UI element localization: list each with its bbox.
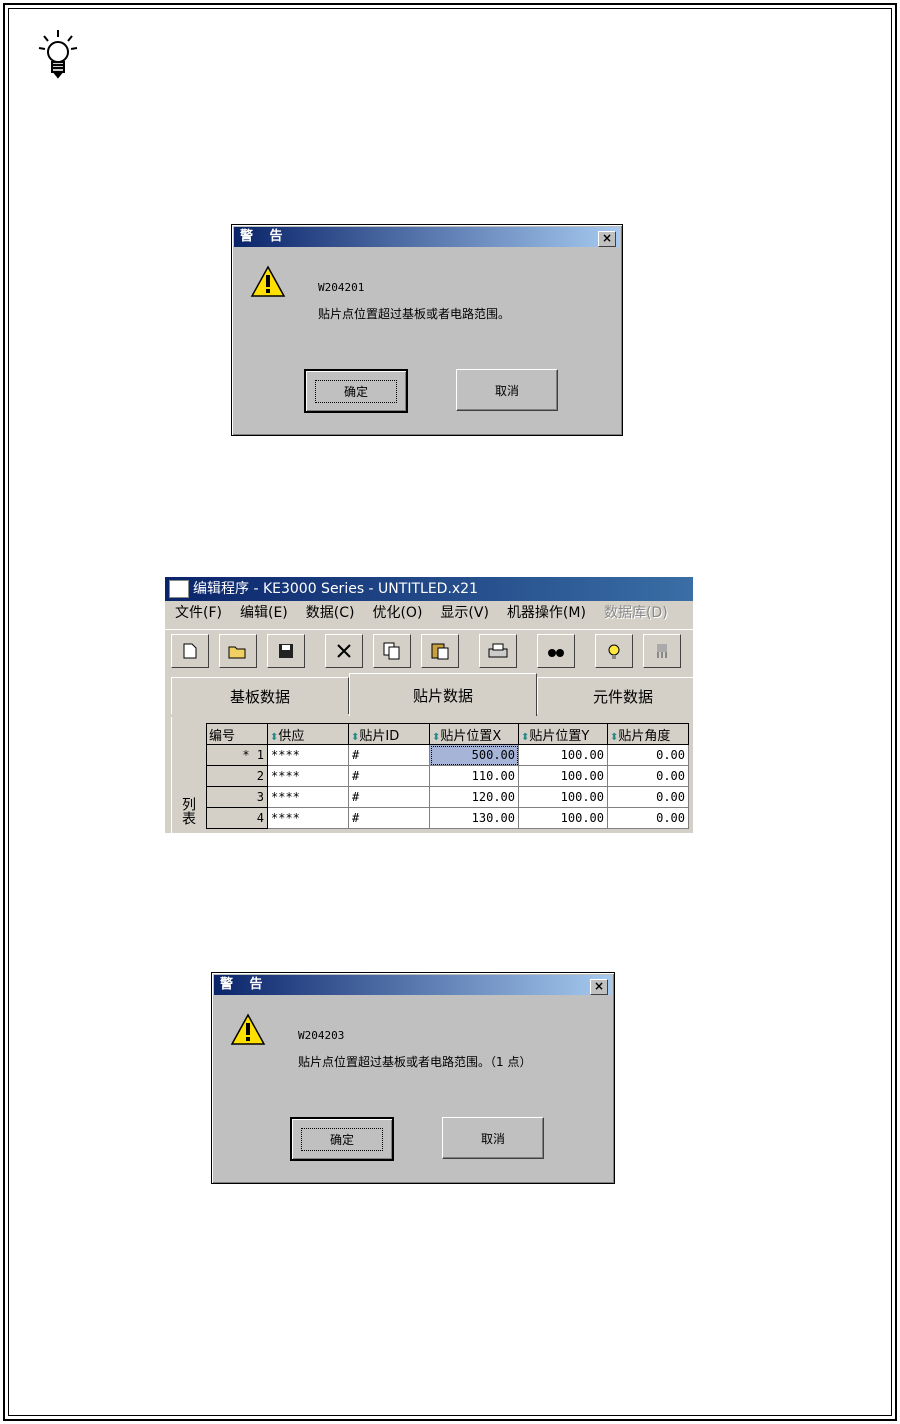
cell-x-selected[interactable]: 500.00 — [429, 744, 519, 766]
col-header-id[interactable]: ⬍贴片ID — [348, 723, 430, 745]
row-number[interactable]: 2 — [206, 765, 268, 787]
menu-database: 数据库(D) — [603, 605, 668, 621]
lightbulb-icon — [38, 30, 78, 79]
tab-board-data[interactable]: 基板数据 — [171, 677, 349, 714]
cell-angle[interactable]: 0.00 — [607, 807, 689, 829]
ok-button[interactable]: 确定 — [290, 1117, 394, 1161]
editor-window: 编辑程序 - KE3000 Series - UNTITLED.x21 文件(F… — [164, 576, 693, 833]
find-button[interactable] — [537, 634, 575, 668]
table-row[interactable]: 4 **** # 130.00 100.00 0.00 — [206, 807, 689, 829]
col-header-no[interactable]: 编号 — [206, 723, 268, 745]
ok-button-label: 确定 — [300, 1127, 383, 1151]
menu-view[interactable]: 显示(V) — [440, 605, 489, 621]
printer-icon — [488, 643, 508, 658]
new-file-button[interactable] — [171, 634, 209, 668]
grid-area: 列表 编号 ⬍供应 ⬍贴片ID ⬍贴片位置X ⬍贴片位置Y ⬍贴片角度 * 1 … — [171, 717, 693, 833]
cell-y[interactable]: 100.00 — [518, 786, 608, 808]
tab-component-data[interactable]: 元件数据 — [537, 677, 693, 714]
cancel-button-label: 取消 — [494, 383, 519, 398]
machine-icon — [657, 644, 667, 658]
col-header-y[interactable]: ⬍贴片位置Y — [518, 723, 608, 745]
side-label: 列表 — [180, 797, 196, 825]
col-header-angle[interactable]: ⬍贴片角度 — [607, 723, 689, 745]
print-button[interactable] — [479, 634, 517, 668]
open-folder-icon — [228, 646, 246, 659]
row-number[interactable]: * 1 — [206, 744, 268, 766]
cell-x[interactable]: 110.00 — [429, 765, 519, 787]
table-header-row: 编号 ⬍供应 ⬍贴片ID ⬍贴片位置X ⬍贴片位置Y ⬍贴片角度 — [206, 723, 689, 745]
editor-titlebar: 编辑程序 - KE3000 Series - UNTITLED.x21 — [165, 577, 693, 601]
dialog-title: 警 告 — [220, 977, 269, 992]
save-button[interactable] — [267, 634, 305, 668]
menu-machine[interactable]: 机器操作(M) — [507, 605, 586, 621]
app-icon — [169, 580, 189, 598]
binoculars-icon — [548, 649, 564, 657]
tip-button[interactable] — [595, 634, 633, 668]
ok-button-label: 确定 — [314, 379, 397, 403]
cell-x[interactable]: 120.00 — [429, 786, 519, 808]
dialog-title: 警 告 — [240, 229, 289, 244]
row-number[interactable]: 3 — [206, 786, 268, 808]
tab-placement-data[interactable]: 贴片数据 — [349, 673, 537, 716]
warning-icon — [230, 1013, 266, 1045]
cell-id[interactable]: # — [348, 765, 430, 787]
cell-id[interactable]: # — [348, 744, 430, 766]
col-header-x[interactable]: ⬍贴片位置X — [429, 723, 519, 745]
cell-feeder[interactable]: **** — [267, 765, 349, 787]
machine-button[interactable] — [643, 634, 681, 668]
cell-id[interactable]: # — [348, 807, 430, 829]
message-text: 贴片点位置超过基板或者电路范围。 — [318, 307, 511, 321]
cell-angle[interactable]: 0.00 — [607, 786, 689, 808]
warning-icon — [250, 265, 286, 297]
cell-feeder[interactable]: **** — [267, 744, 349, 766]
paste-button[interactable] — [421, 634, 459, 668]
cancel-button-label: 取消 — [480, 1131, 505, 1146]
cell-angle[interactable]: 0.00 — [607, 765, 689, 787]
cell-feeder[interactable]: **** — [267, 807, 349, 829]
cancel-button[interactable]: 取消 — [442, 1117, 544, 1159]
cell-id[interactable]: # — [348, 786, 430, 808]
dialog-titlebar: 警 告 × — [234, 227, 620, 247]
paste-icon — [431, 643, 449, 660]
dialog-titlebar: 警 告 × — [214, 975, 612, 995]
cancel-button[interactable]: 取消 — [456, 369, 558, 411]
toolbar — [165, 629, 693, 670]
open-button[interactable] — [219, 634, 257, 668]
placement-table: 编号 ⬍供应 ⬍贴片ID ⬍贴片位置X ⬍贴片位置Y ⬍贴片角度 * 1 ***… — [206, 723, 689, 829]
warning-dialog-2: 警 告 × W204203 贴片点位置超过基板或者电路范围。（1 点） 确定 取… — [211, 972, 615, 1184]
message-code: W204203 — [298, 1029, 345, 1042]
close-button[interactable]: × — [598, 231, 616, 247]
table-row[interactable]: 2 **** # 110.00 100.00 0.00 — [206, 765, 689, 787]
save-icon — [279, 644, 293, 658]
cell-y[interactable]: 100.00 — [518, 765, 608, 787]
copy-icon — [383, 642, 400, 660]
message-text: 贴片点位置超过基板或者电路范围。（1 点） — [298, 1055, 532, 1069]
menu-edit[interactable]: 编辑(E) — [240, 605, 288, 621]
cell-angle[interactable]: 0.00 — [607, 744, 689, 766]
cell-x[interactable]: 130.00 — [429, 807, 519, 829]
table-row[interactable]: * 1 **** # 500.00 100.00 0.00 — [206, 744, 689, 766]
new-file-icon — [183, 643, 197, 659]
copy-button[interactable] — [373, 634, 411, 668]
warning-dialog-1: 警 告 × W204201 贴片点位置超过基板或者电路范围。 确定 取消 — [231, 224, 623, 436]
col-header-feeder[interactable]: ⬍供应 — [267, 723, 349, 745]
ok-button[interactable]: 确定 — [304, 369, 408, 413]
cell-feeder[interactable]: **** — [267, 786, 349, 808]
editor-title: 编辑程序 - KE3000 Series - UNTITLED.x21 — [193, 581, 478, 597]
menu-file[interactable]: 文件(F) — [175, 605, 222, 621]
tab-strip: 基板数据 贴片数据 元件数据 — [165, 673, 693, 716]
cell-y[interactable]: 100.00 — [518, 807, 608, 829]
delete-button[interactable] — [325, 634, 363, 668]
lightbulb-icon — [608, 644, 620, 659]
cell-y[interactable]: 100.00 — [518, 744, 608, 766]
message-code: W204201 — [318, 281, 365, 294]
menu-data[interactable]: 数据(C) — [306, 605, 355, 621]
row-number[interactable]: 4 — [206, 807, 268, 829]
close-button[interactable]: × — [590, 979, 608, 995]
menu-bar: 文件(F) 编辑(E) 数据(C) 优化(O) 显示(V) 机器操作(M) 数据库(D) — [165, 601, 693, 625]
table-row[interactable]: 3 **** # 120.00 100.00 0.00 — [206, 786, 689, 808]
cut-icon — [337, 644, 351, 658]
menu-optimize[interactable]: 优化(O) — [372, 605, 422, 621]
